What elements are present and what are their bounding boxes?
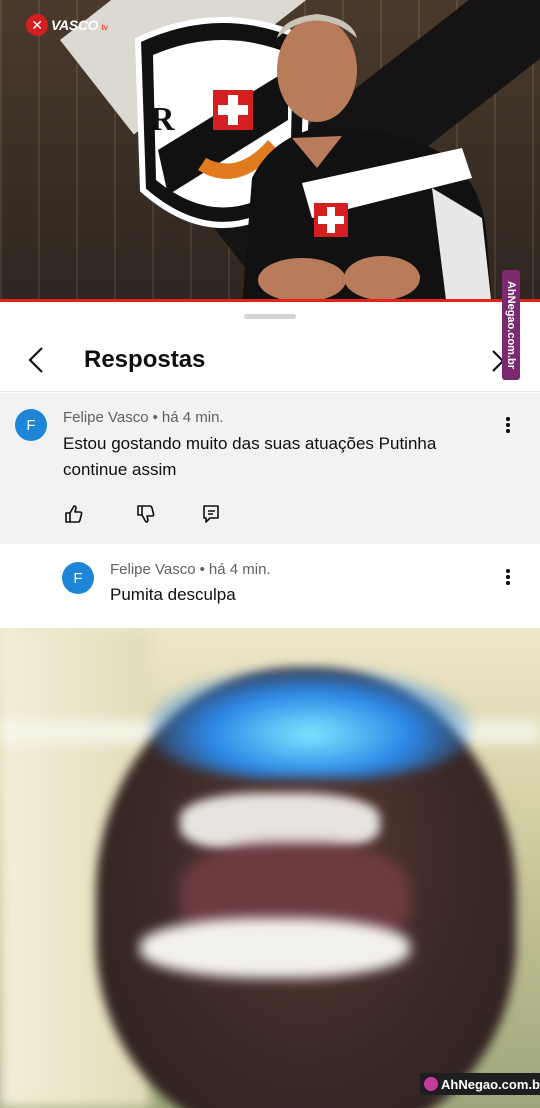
bottom-watermark: AhNegao.com.br: [420, 1073, 540, 1095]
channel-logo: ✕ VASCO tv: [26, 14, 108, 36]
dislike-icon[interactable]: [135, 503, 157, 525]
sheet-title: Respostas: [84, 346, 206, 373]
comment-text: Pumita desculpa: [110, 585, 236, 604]
comment-author[interactable]: Felipe Vasco: [110, 561, 196, 578]
comment-text: Estou gostando muito das suas atuações P…: [63, 434, 437, 479]
more-options-icon[interactable]: [505, 417, 511, 435]
chevron-left-icon[interactable]: [26, 346, 46, 374]
sheet-header: Respostas: [0, 324, 540, 392]
comment-time: há 4 min.: [161, 409, 224, 426]
reply-icon[interactable]: [200, 503, 222, 525]
video-player[interactable]: R Bitcoin ✕ VASCO tv: [0, 0, 540, 302]
comment-meta: Felipe Vasco • há 4 min.: [110, 561, 271, 578]
avatar[interactable]: F: [62, 562, 94, 594]
comment-meta: Felipe Vasco • há 4 min.: [63, 409, 224, 426]
blue-glow: [150, 668, 470, 778]
lower-teeth: [140, 918, 410, 978]
watermark-logo-icon: [424, 1077, 438, 1091]
player-figure: Bitcoin: [242, 14, 492, 302]
like-icon[interactable]: [63, 503, 85, 525]
avatar[interactable]: F: [15, 409, 47, 441]
replies-sheet: Respostas F Felipe Vasco • há 4 min. Estou…: [0, 302, 540, 628]
drag-handle[interactable]: [244, 314, 296, 319]
comment-time: há 4 min.: [208, 561, 271, 578]
svg-text:R: R: [150, 101, 175, 138]
parent-comment: F Felipe Vasco • há 4 min. Estou gostando …: [0, 393, 540, 544]
separator-dot: •: [152, 409, 158, 426]
reaction-image: [0, 628, 540, 1108]
more-options-icon[interactable]: [505, 569, 511, 587]
comment-author[interactable]: Felipe Vasco: [63, 409, 149, 426]
side-watermark: AhNegao.com.br: [502, 270, 520, 380]
cross-badge-icon: ✕: [26, 14, 48, 36]
separator-dot: •: [199, 561, 205, 578]
reply-comment: F Felipe Vasco • há 4 min. Pumita desculpa: [0, 545, 540, 628]
